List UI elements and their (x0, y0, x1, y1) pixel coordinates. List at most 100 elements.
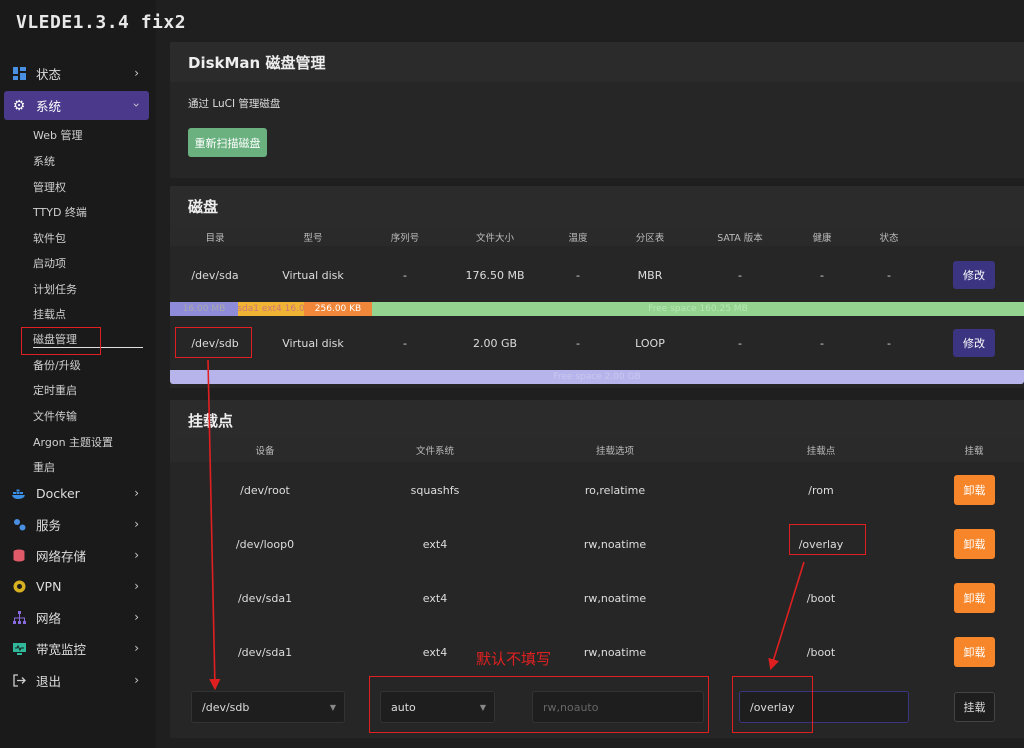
mount-opts: rw,noatime (583, 538, 647, 551)
highlight-box (369, 676, 709, 733)
gear-icon: ⚙ (12, 97, 26, 114)
page-title: DiskMan 磁盘管理 (170, 42, 1024, 82)
header-panel: DiskMan 磁盘管理 通过 LuCI 管理磁盘 重新扫描磁盘 (170, 42, 1024, 178)
partition-segment[interactable]: sda1 ext4 16.0 (238, 302, 304, 316)
disk-size: 2.00 GB (472, 337, 518, 350)
brand-logo: VLEDE1.3.4 fix2 (16, 12, 187, 33)
device-select[interactable]: /dev/sdb ▼ (191, 691, 345, 723)
mount-point: /boot (806, 646, 836, 659)
nav-bandwidth[interactable]: 带宽监控 › (4, 634, 149, 663)
nav-system[interactable]: ⚙ 系统 › (4, 91, 149, 120)
disk-serial: - (403, 337, 407, 350)
sub-cron[interactable]: 计划任务 (33, 281, 77, 297)
unmount-button[interactable]: 卸载 (954, 583, 995, 613)
disk-temp: - (576, 269, 580, 282)
partition-segment[interactable]: Free space 160.25 MB (372, 302, 1024, 316)
disk-temp: - (576, 337, 580, 350)
disk-serial: - (403, 269, 407, 282)
col-device: 设备 (255, 446, 275, 457)
nav-nas-label: 网络存储 (36, 549, 87, 564)
mount-opts: ro,relatime (584, 484, 646, 497)
col-serial: 序列号 (390, 233, 420, 244)
sub-startup[interactable]: 启动项 (33, 255, 66, 271)
page-description: 通过 LuCI 管理磁盘 (188, 98, 281, 110)
mount-device: /dev/sda1 (237, 592, 293, 605)
disk-health: - (820, 337, 824, 350)
edit-disk-button[interactable]: 修改 (953, 261, 995, 289)
col-fs: 文件系统 (415, 446, 455, 457)
mount-opts: rw,noatime (583, 646, 647, 659)
mount-button[interactable]: 挂载 (954, 692, 995, 722)
mounts-title: 挂载点 (170, 400, 1024, 440)
col-temp: 温度 (568, 233, 588, 244)
disk-health: - (820, 269, 824, 282)
nav-vpn[interactable]: VPN › (4, 572, 149, 601)
highlight-box (789, 524, 866, 555)
highlight-box (175, 327, 252, 358)
partition-segment[interactable]: 16.00 MB (170, 302, 238, 316)
sub-admin[interactable]: 管理权 (33, 179, 66, 195)
unmount-button[interactable]: 卸载 (954, 529, 995, 559)
sub-packages[interactable]: 软件包 (33, 230, 66, 246)
mount-point: /boot (806, 592, 836, 605)
storage-icon (12, 549, 26, 563)
sub-web[interactable]: Web 管理 (33, 127, 82, 143)
disk-sata: - (738, 337, 742, 350)
nav-network-label: 网络 (36, 611, 62, 626)
disk-model: Virtual disk (282, 337, 344, 350)
device-select-value: /dev/sdb (202, 700, 250, 714)
highlight-box (21, 327, 101, 355)
edit-disk-button[interactable]: 修改 (953, 329, 995, 357)
chevron-down-icon: › (129, 102, 144, 108)
col-path: 目录 (205, 233, 225, 244)
nav-status-label: 状态 (36, 67, 62, 82)
nav-vpn-label: VPN (36, 579, 62, 594)
mount-fs: squashfs (410, 484, 460, 497)
nav-status[interactable]: 状态 › (4, 59, 149, 88)
dashboard-icon (12, 67, 26, 81)
col-size: 文件大小 (475, 233, 515, 244)
mount-device: /dev/loop0 (235, 538, 295, 551)
sub-backup[interactable]: 备份/升级 (33, 357, 81, 373)
nav-services[interactable]: 服务 › (4, 510, 149, 539)
nav-docker[interactable]: Docker › (4, 479, 149, 508)
sub-mounts[interactable]: 挂载点 (33, 306, 66, 322)
nav-nas[interactable]: 网络存储 › (4, 541, 149, 570)
sidebar: VLEDE1.3.4 fix2 状态 › ⚙ 系统 › Web 管理 系统 管理… (0, 0, 186, 748)
disk-sata: - (738, 269, 742, 282)
nav-system-label: 系统 (36, 99, 62, 114)
services-icon (12, 518, 26, 532)
disk-table: MBR (637, 269, 663, 282)
disk-model: Virtual disk (282, 269, 344, 282)
mount-point: /rom (808, 484, 834, 497)
nav-network[interactable]: 网络 › (4, 603, 149, 632)
sub-reboot[interactable]: 重启 (33, 459, 55, 475)
sub-system[interactable]: 系统 (33, 153, 55, 169)
sub-ttyd[interactable]: TTYD 终端 (33, 204, 87, 220)
col-opts: 挂载选项 (595, 446, 635, 457)
col-status: 状态 (879, 233, 899, 244)
disks-title: 磁盘 (170, 186, 1024, 226)
vpn-icon (12, 580, 26, 594)
mount-fs: ext4 (422, 592, 448, 605)
mount-fs: ext4 (422, 538, 448, 551)
annotation-note: 默认不填写 (476, 650, 552, 668)
docker-icon (12, 487, 26, 501)
partition-segment[interactable]: Free space 2.00 GB (170, 370, 1024, 384)
sub-reboot-schedule[interactable]: 定时重启 (33, 382, 77, 398)
unmount-button[interactable]: 卸载 (954, 475, 995, 505)
nav-logout[interactable]: 退出 › (4, 666, 149, 695)
network-icon (12, 611, 26, 625)
mounts-header-row: 设备 文件系统 挂载选项 挂载点 挂载 (170, 438, 1024, 462)
disk-size: 176.50 MB (465, 269, 525, 282)
unmount-button[interactable]: 卸载 (954, 637, 995, 667)
disk-path: /dev/sda (191, 269, 239, 282)
col-health: 健康 (812, 233, 832, 244)
chevron-right-icon: › (134, 673, 139, 687)
rescan-button[interactable]: 重新扫描磁盘 (188, 128, 267, 157)
disk-status: - (887, 269, 891, 282)
partition-segment[interactable]: 256.00 KB (304, 302, 372, 316)
sub-filetransfer[interactable]: 文件传输 (33, 408, 77, 424)
sub-argon[interactable]: Argon 主题设置 (33, 434, 113, 450)
highlight-box (732, 676, 813, 733)
